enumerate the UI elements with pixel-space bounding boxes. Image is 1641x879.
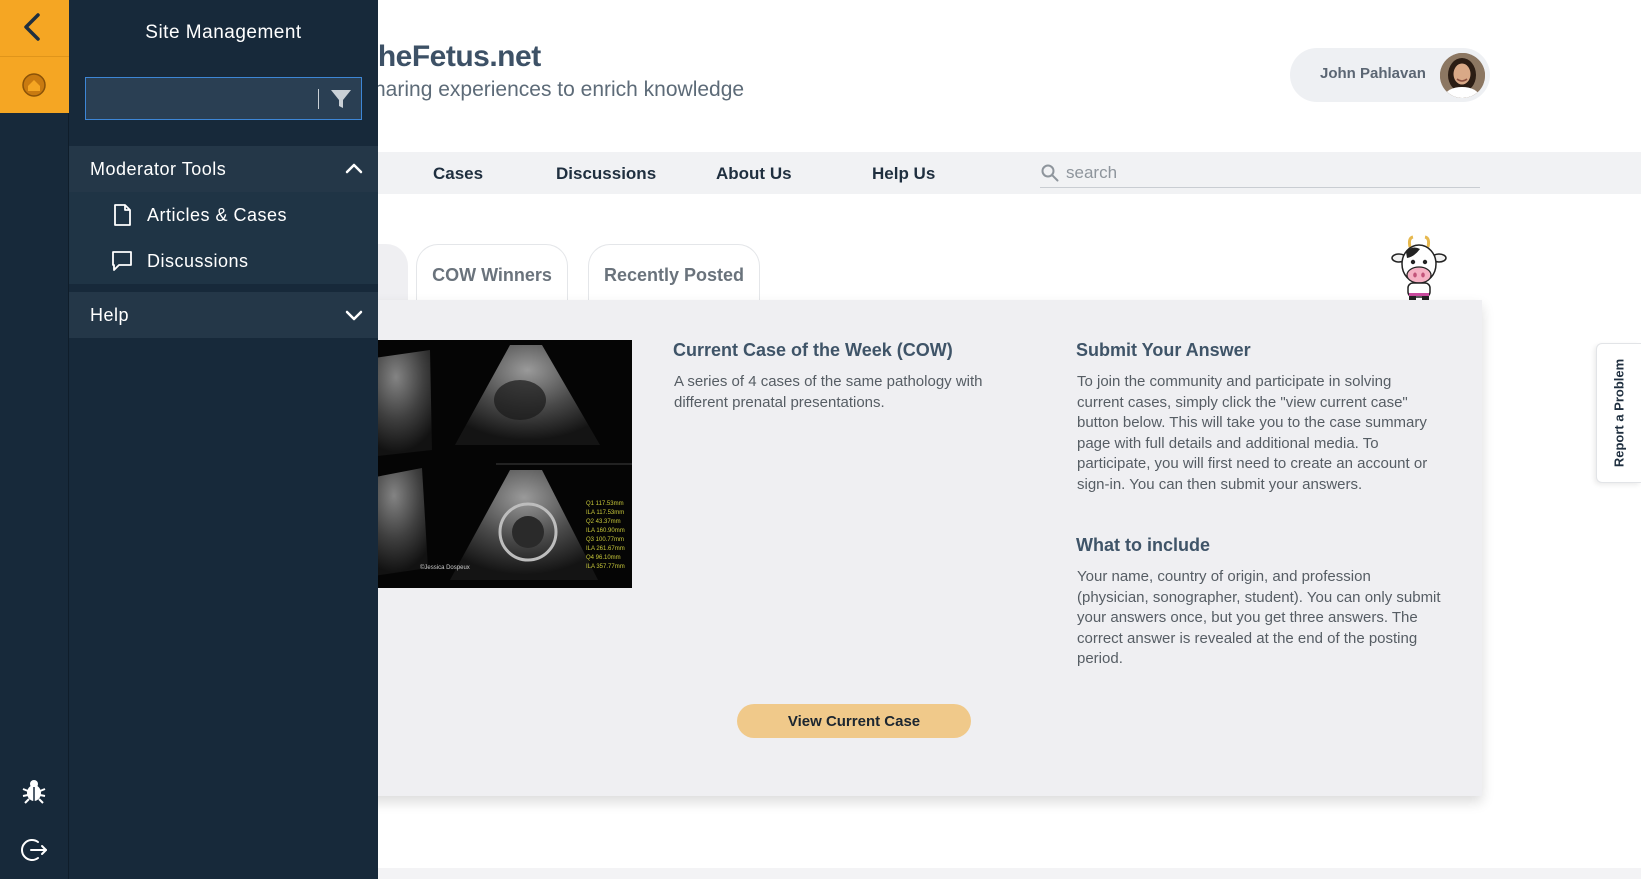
nav-help-us[interactable]: Help Us bbox=[872, 164, 935, 184]
nav-about-us[interactable]: About Us bbox=[716, 164, 792, 184]
view-current-case-button[interactable]: View Current Case bbox=[737, 704, 971, 738]
tab-recently-posted[interactable]: Recently Posted bbox=[588, 244, 760, 300]
what-to-include-text: Your name, country of origin, and profes… bbox=[1077, 568, 1441, 667]
icon-rail bbox=[0, 0, 69, 879]
avatar-image bbox=[1440, 53, 1485, 98]
readout-q2: Q2 43.37mm bbox=[586, 519, 621, 525]
current-case-text: A series of 4 cases of the same patholog… bbox=[674, 373, 983, 411]
logout-icon[interactable] bbox=[20, 836, 48, 864]
section-help-label: Help bbox=[90, 305, 130, 325]
footer-strip bbox=[360, 868, 1641, 879]
current-case-heading: Current Case of the Week (COW) bbox=[673, 340, 953, 360]
nav-discussions[interactable]: Discussions bbox=[556, 164, 656, 184]
cow-card: ©Jessica Dospeux Q1 117.53mm ILA 117.53m… bbox=[360, 300, 1482, 796]
readout-ila3: ILA 261.67mm bbox=[586, 546, 625, 552]
section-help[interactable]: Help bbox=[69, 292, 378, 338]
menu-item-articles-cases[interactable]: Articles & Cases bbox=[69, 192, 378, 238]
chevron-down-icon bbox=[345, 310, 363, 321]
submit-answer-text: To join the community and participate in… bbox=[1077, 373, 1428, 493]
submit-answer-heading: Submit Your Answer bbox=[1076, 340, 1251, 360]
menu-item-discussions-label: Discussions bbox=[147, 251, 249, 271]
home-icon bbox=[22, 73, 46, 97]
moderator-tools-menu: Articles & Cases Discussions bbox=[69, 192, 378, 284]
site-tagline: Sharing experiences to enrich knowledge bbox=[360, 78, 745, 101]
readout-q4: Q4 96.10mm bbox=[586, 555, 621, 561]
user-name: John Pahlavan bbox=[1320, 65, 1426, 82]
what-to-include-heading: What to include bbox=[1076, 535, 1210, 555]
section-moderator-tools-label: Moderator Tools bbox=[90, 159, 227, 179]
back-arrow-icon bbox=[24, 13, 40, 41]
home-button[interactable] bbox=[0, 57, 69, 113]
user-menu[interactable]: John Pahlavan bbox=[1290, 48, 1490, 102]
menu-item-articles-cases-label: Articles & Cases bbox=[147, 205, 288, 225]
ultrasound-readout: Q1 117.53mm ILA 117.53mm Q2 43.37mm ILA … bbox=[586, 500, 632, 572]
site-management-drawer: Site Management Moderator Tools Articles… bbox=[69, 0, 378, 879]
filter-icon[interactable] bbox=[329, 87, 353, 111]
menu-item-discussions[interactable]: Discussions bbox=[69, 238, 378, 284]
section-moderator-tools[interactable]: Moderator Tools bbox=[69, 146, 378, 192]
report-problem-tab[interactable]: Report a Problem bbox=[1596, 343, 1641, 483]
search-icon[interactable] bbox=[1040, 163, 1060, 183]
ultrasound-image[interactable]: ©Jessica Dospeux Q1 117.53mm ILA 117.53m… bbox=[360, 340, 632, 588]
back-button[interactable] bbox=[0, 0, 69, 57]
bug-icon[interactable] bbox=[20, 777, 48, 805]
readout-ila2: ILA 160.90mm bbox=[586, 528, 625, 534]
filter-divider bbox=[318, 89, 319, 109]
chevron-up-icon bbox=[345, 163, 363, 174]
readout-q1: Q1 117.53mm bbox=[586, 501, 624, 507]
readout-q3: Q3 100.77mm bbox=[586, 537, 625, 543]
filter-input[interactable] bbox=[92, 84, 312, 112]
document-icon bbox=[114, 204, 131, 226]
readout-ila4: ILA 357.77mm bbox=[586, 564, 625, 570]
comment-icon bbox=[112, 251, 132, 271]
readout-ila1: ILA 117.53mm bbox=[586, 510, 625, 516]
search-bar bbox=[1040, 158, 1480, 188]
main-nav: Cases Discussions About Us Help Us bbox=[360, 152, 1641, 194]
site-title[interactable]: TheFetus.net bbox=[360, 40, 541, 74]
ultrasound-caption: ©Jessica Dospeux bbox=[420, 565, 470, 571]
tab-cow-winners[interactable]: COW Winners bbox=[416, 244, 568, 300]
report-problem-label: Report a Problem bbox=[1611, 358, 1627, 468]
filter-box bbox=[85, 77, 362, 120]
search-input[interactable] bbox=[1066, 160, 1476, 186]
avatar[interactable] bbox=[1440, 53, 1485, 98]
nav-cases[interactable]: Cases bbox=[433, 164, 483, 184]
drawer-title: Site Management bbox=[145, 22, 302, 43]
cow-mascot-icon bbox=[1391, 235, 1447, 304]
